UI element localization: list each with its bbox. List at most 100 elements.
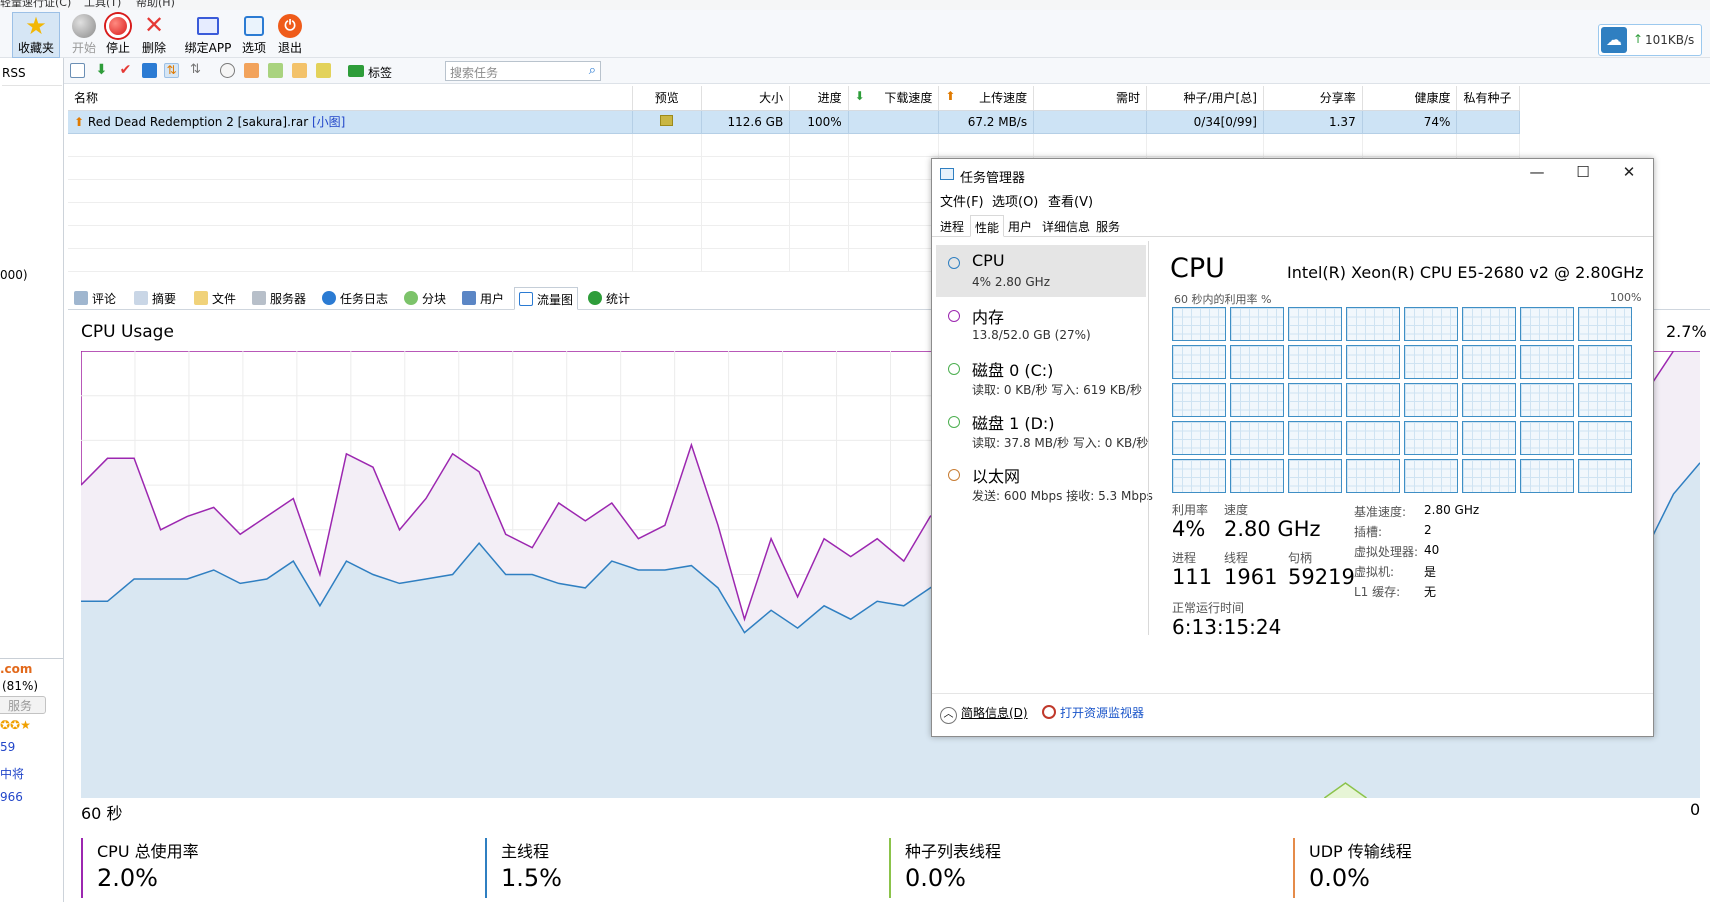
size-cell: 112.6 GB xyxy=(701,110,791,134)
table-row[interactable]: ⬆ Red Dead Redemption 2 [sakura].rar [小图… xyxy=(68,110,1520,134)
seeds-cell: 0/34[0/99] xyxy=(1146,110,1264,134)
tab-task-log[interactable]: 任务日志 xyxy=(318,287,392,310)
sort-up-icon[interactable]: ⇅ xyxy=(164,63,179,78)
check-icon[interactable]: ✔ xyxy=(118,63,133,78)
column-size[interactable]: 大小 xyxy=(701,86,791,111)
legend-cpu-total: CPU 总使用率 2.0% xyxy=(81,838,199,898)
sidebar-link[interactable]: 中将 xyxy=(0,765,24,782)
options-icon xyxy=(244,16,264,36)
upload-task-icon[interactable] xyxy=(244,63,259,78)
sort-down-icon[interactable]: ⇅ xyxy=(188,63,203,78)
private-cell xyxy=(1456,110,1520,134)
sidebar-item-rss[interactable]: RSS xyxy=(2,66,62,86)
tag-icon xyxy=(348,65,364,77)
core-graph xyxy=(1172,459,1226,493)
column-download-speed[interactable]: ⬇ 下载速度 xyxy=(848,86,940,111)
task-manager-tabs: 进程 性能 用户 详细信息 服务 xyxy=(932,213,1653,237)
queue-icon[interactable] xyxy=(268,63,283,78)
cloud-icon: ☁ xyxy=(1601,27,1627,53)
preview-cell[interactable] xyxy=(632,110,702,134)
lightning-icon[interactable] xyxy=(316,63,331,78)
close-button[interactable]: ✕ xyxy=(1607,163,1651,185)
resource-ethernet[interactable]: 以太网 发送: 600 Mbps 接收: 5.3 Mbps xyxy=(936,457,1153,509)
disk-dot-icon xyxy=(948,416,960,428)
tab-details[interactable]: 详细信息 xyxy=(1038,215,1094,237)
resource-cpu[interactable]: CPU 4% 2.80 GHz xyxy=(936,245,1146,297)
tab-performance[interactable]: 性能 xyxy=(970,215,1005,237)
sidebar-link[interactable]: 966 xyxy=(0,790,23,804)
stop-icon xyxy=(106,14,130,38)
bind-app-button[interactable]: 绑定APP xyxy=(180,12,236,58)
file-icon xyxy=(194,291,208,305)
resource-disk-1[interactable]: 磁盘 1 (D:) 读取: 37.8 MB/秒 写入: 0 KB/秒 xyxy=(936,404,1148,456)
column-name[interactable]: 名称 xyxy=(68,86,633,111)
core-graph xyxy=(1172,345,1226,379)
spec-value: 是 xyxy=(1424,565,1437,579)
tab-comments[interactable]: 评论 xyxy=(70,287,120,310)
divider xyxy=(0,658,63,659)
tab-statistics[interactable]: 统计 xyxy=(584,287,634,310)
menu-item[interactable]: 帮助(H) xyxy=(136,0,175,10)
resource-memory[interactable]: 内存 13.8/52.0 GB (27%) xyxy=(936,298,1146,350)
menu-file[interactable]: 文件(F) xyxy=(940,191,984,210)
resource-monitor-icon xyxy=(1042,705,1056,719)
torrent-name-cell: ⬆ Red Dead Redemption 2 [sakura].rar [小图… xyxy=(68,110,633,134)
resource-monitor-link[interactable]: 打开资源监视器 xyxy=(1042,704,1144,721)
column-ratio[interactable]: 分享率 xyxy=(1263,86,1363,111)
download-icon[interactable]: ⬇ xyxy=(94,63,109,78)
menu-item[interactable]: 轻量速行证(C) xyxy=(0,0,71,10)
core-graph xyxy=(1520,383,1574,417)
minimize-button[interactable]: — xyxy=(1515,163,1559,185)
upload-speed-cell: 67.2 MB/s xyxy=(938,110,1035,134)
column-eta[interactable]: 需时 xyxy=(1033,86,1147,111)
core-graph xyxy=(1578,345,1632,379)
favorites-button[interactable]: ★ 收藏夹 xyxy=(12,12,60,58)
task-toolbar: ⬇ ✔ ⇅ ⇅ 标签 搜索任务 ⌕ xyxy=(64,58,1710,84)
bind-app-icon xyxy=(197,17,219,35)
core-graph xyxy=(1172,307,1226,341)
column-seeds[interactable]: 种子/用户[总] xyxy=(1146,86,1264,111)
folder-icon[interactable] xyxy=(142,63,157,78)
menu-options[interactable]: 选项(O) xyxy=(992,191,1038,210)
tab-summary[interactable]: 摘要 xyxy=(130,287,180,310)
column-health[interactable]: 健康度 xyxy=(1362,86,1458,111)
ethernet-dot-icon xyxy=(948,469,960,481)
new-task-icon[interactable] xyxy=(70,63,85,78)
exit-button[interactable]: ⏻ 退出 xyxy=(268,12,312,58)
tab-users[interactable]: 用户 xyxy=(1004,215,1036,237)
spec-value: 2.80 GHz xyxy=(1424,503,1480,517)
sidebar-link[interactable]: 59 xyxy=(0,740,15,754)
tab-traffic-graph[interactable]: 流量图 xyxy=(514,287,579,310)
menu-item[interactable]: 工具(T) xyxy=(84,0,121,10)
menu-view[interactable]: 查看(V) xyxy=(1048,191,1093,210)
tab-files[interactable]: 文件 xyxy=(190,287,240,310)
column-private[interactable]: 私有种子 xyxy=(1456,86,1520,111)
refresh-icon[interactable] xyxy=(220,63,235,78)
brief-info-button[interactable]: ︿ 简略信息(D) xyxy=(940,704,1028,724)
tab-pieces[interactable]: 分块 xyxy=(400,287,450,310)
tab-services[interactable]: 服务 xyxy=(1092,215,1124,237)
rss-task-icon[interactable] xyxy=(292,63,307,78)
tab-servers[interactable]: 服务器 xyxy=(248,287,310,310)
core-graph xyxy=(1462,307,1516,341)
service-button[interactable]: 服务 xyxy=(0,696,46,714)
task-manager-window: 任务管理器 — ☐ ✕ 文件(F) 选项(O) 查看(V) 进程 性能 用户 详… xyxy=(931,158,1654,737)
tag-label[interactable]: 标签 xyxy=(368,64,392,81)
play-icon xyxy=(72,14,96,38)
resource-disk-0[interactable]: 磁盘 0 (C:) 读取: 0 KB/秒 写入: 619 KB/秒 xyxy=(936,351,1146,403)
tab-users[interactable]: 用户 xyxy=(458,287,508,310)
x-axis-left-label: 60 秒 xyxy=(81,804,123,823)
column-progress[interactable]: 进度 xyxy=(789,86,849,111)
column-upload-speed[interactable]: ⬆ 上传速度 xyxy=(938,86,1035,111)
column-preview[interactable]: 预览 xyxy=(632,86,702,111)
spec-value: 2 xyxy=(1424,523,1432,537)
search-input[interactable]: 搜索任务 ⌕ xyxy=(445,61,601,81)
tab-processes[interactable]: 进程 xyxy=(936,215,968,237)
core-graph xyxy=(1346,421,1400,455)
delete-button[interactable]: ✕ 删除 xyxy=(132,12,176,58)
core-graph xyxy=(1288,383,1342,417)
user-icon xyxy=(462,291,476,305)
chart-current-value: 2.7% xyxy=(1666,322,1707,341)
speed-indicator[interactable]: ☁ ↑ 101KB/s xyxy=(1598,24,1702,56)
maximize-button[interactable]: ☐ xyxy=(1561,163,1605,185)
